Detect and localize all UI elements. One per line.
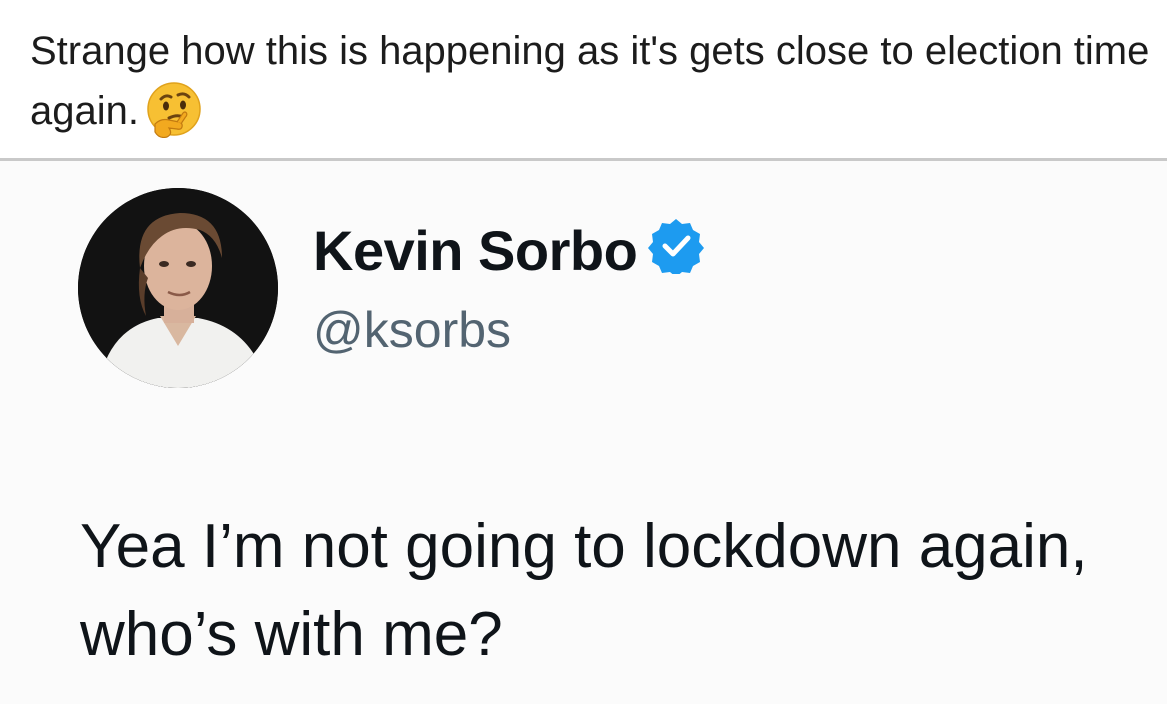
tweet-text: Yea I’m not going to lockdown again, who… [80,512,1088,669]
avatar [78,188,278,388]
author-name-text: Kevin Sorbo [313,219,638,282]
thinking-face-icon [145,80,203,139]
post-caption: Strange how this is happening as it's ge… [30,22,1150,140]
author-handle: @ksorbs [313,302,512,358]
verified-badge-icon [647,216,705,277]
author-name: Kevin Sorbo [313,216,705,283]
tweet-screenshot: Kevin Sorbo @ksorbs Yea I’m not going to… [0,161,1167,704]
